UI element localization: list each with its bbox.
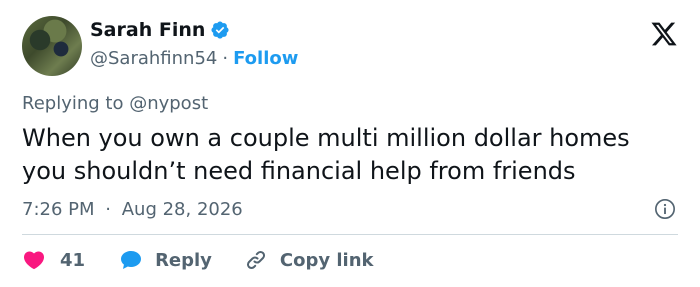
like-count: 41 [60, 249, 86, 271]
tweet-time: 7:26 PM [22, 199, 95, 220]
action-bar: 41 Reply Copy link [22, 246, 374, 274]
copy-link-label: Copy link [279, 249, 374, 271]
tweet-text-line-1: When you own a couple multi million doll… [22, 124, 630, 152]
divider [22, 234, 678, 235]
verified-badge-icon [211, 21, 229, 39]
link-icon [246, 250, 265, 270]
avatar[interactable] [22, 16, 82, 76]
reply-button[interactable]: Reply [119, 248, 212, 272]
info-icon[interactable] [654, 198, 676, 220]
timestamp-separator: · [105, 199, 111, 220]
author-name[interactable]: Sarah Finn [90, 19, 205, 41]
tweet-text: When you own a couple multi million doll… [22, 122, 682, 188]
x-logo-icon[interactable] [650, 20, 678, 48]
author-handle-row: @Sarahfinn54 · Follow [90, 48, 298, 69]
speech-bubble-icon [121, 251, 142, 269]
copy-link-button[interactable]: Copy link [244, 248, 374, 272]
author-handle[interactable]: @Sarahfinn54 [90, 48, 217, 69]
heart-icon [23, 251, 45, 270]
follow-button[interactable]: Follow [233, 48, 298, 69]
tweet-text-line-2: you shouldn’t need financial help from f… [22, 157, 576, 185]
tweet-timestamp[interactable]: 7:26 PM · Aug 28, 2026 [22, 199, 243, 220]
like-button[interactable]: 41 [22, 248, 85, 272]
reply-label: Reply [155, 249, 212, 271]
author-name-row: Sarah Finn [90, 19, 230, 41]
replying-to[interactable]: Replying to @nypost [22, 93, 208, 114]
handle-separator: · [222, 48, 229, 69]
tweet-date: Aug 28, 2026 [121, 199, 243, 220]
